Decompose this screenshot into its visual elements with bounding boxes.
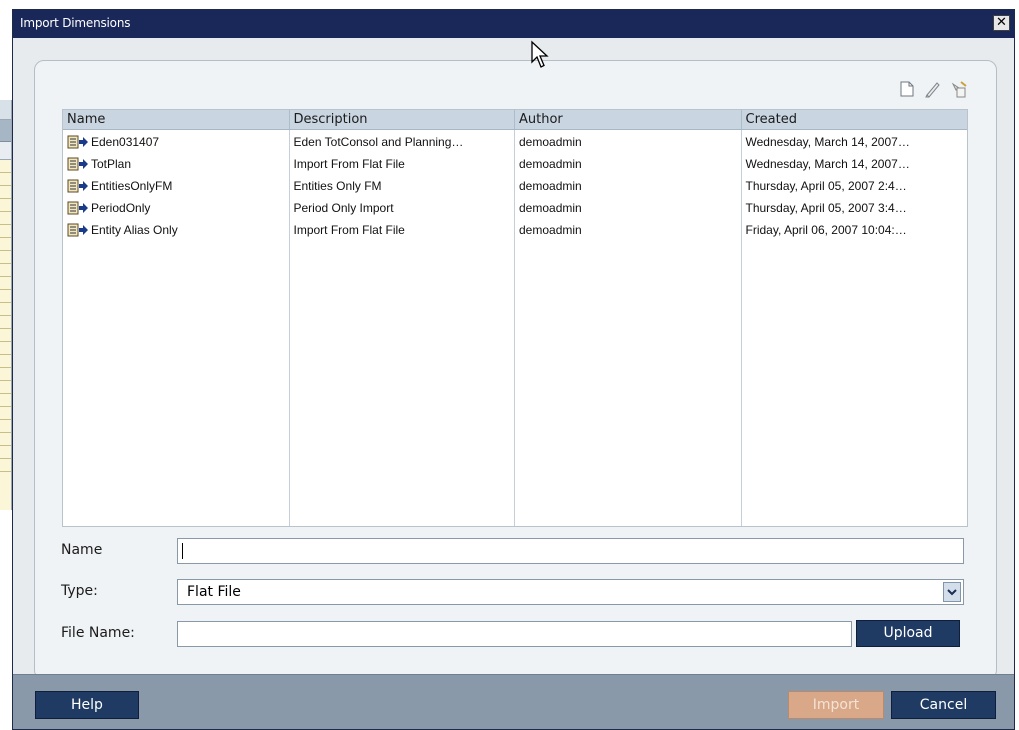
background-application — [0, 0, 12, 730]
table-body: Eden031407 Eden TotConsol and Planning… … — [63, 131, 967, 241]
cancel-button[interactable]: Cancel — [891, 691, 996, 719]
help-button[interactable]: Help — [35, 691, 139, 719]
table-row[interactable]: Entity Alias Only Import From Flat File … — [63, 219, 967, 241]
table-row[interactable]: TotPlan Import From Flat File demoadmin … — [63, 153, 967, 175]
close-icon: ✕ — [996, 15, 1007, 30]
table-header: Name Description Author Created — [63, 110, 967, 130]
column-header-author[interactable]: Author — [515, 110, 742, 129]
cell-author: demoadmin — [519, 179, 582, 193]
cell-name: Eden031407 — [63, 131, 290, 153]
import-definitions-panel: Name Description Author Created Eden0314… — [34, 60, 997, 680]
cell-name: TotPlan — [63, 153, 290, 175]
cell-created: Wednesday, March 14, 2007… — [745, 135, 910, 149]
cell-created: Thursday, April 05, 2007 2:4… — [745, 179, 907, 193]
table-row[interactable]: PeriodOnly Period Only Import demoadmin … — [63, 197, 967, 219]
name-input[interactable] — [177, 538, 964, 564]
name-label: Name — [61, 542, 103, 558]
import-definition-icon — [67, 179, 88, 193]
cell-created: Wednesday, March 14, 2007… — [745, 157, 910, 171]
cell-description: Entities Only FM — [293, 179, 382, 193]
cell-created: Friday, April 06, 2007 10:04:… — [745, 223, 907, 237]
cell-author: demoadmin — [519, 223, 582, 237]
cell-text: TotPlan — [91, 157, 132, 171]
mouse-pointer-icon — [531, 40, 549, 68]
import-definition-icon — [67, 223, 88, 237]
import-button[interactable]: Import — [788, 691, 884, 719]
import-definition-icon — [67, 157, 88, 171]
grid-toolbar — [898, 79, 968, 99]
edit-pencil-icon[interactable] — [924, 80, 942, 98]
import-definition-icon — [67, 135, 88, 149]
cell-name: PeriodOnly — [63, 197, 290, 219]
cell-created: Thursday, April 05, 2007 3:4… — [745, 201, 907, 215]
type-select[interactable]: Flat File — [177, 579, 964, 605]
cell-description: Eden TotConsol and Planning… — [293, 135, 464, 149]
dialog-titlebar[interactable]: Import Dimensions ✕ — [13, 10, 1014, 38]
type-label: Type: — [61, 583, 98, 599]
dialog-title: Import Dimensions — [20, 16, 131, 30]
cell-text: Eden031407 — [91, 135, 160, 149]
cell-description: Import From Flat File — [293, 157, 405, 171]
cell-name: Entity Alias Only — [63, 219, 290, 241]
dialog-footer: Help Import Cancel — [13, 674, 1014, 729]
import-definition-icon — [67, 201, 88, 215]
cell-name: EntitiesOnlyFM — [63, 175, 290, 197]
file-name-label: File Name: — [61, 625, 135, 641]
cell-author: demoadmin — [519, 157, 582, 171]
cell-description: Import From Flat File — [293, 223, 405, 237]
column-header-description[interactable]: Description — [290, 110, 515, 129]
background-grid-strip — [0, 100, 12, 510]
file-name-input[interactable] — [177, 621, 852, 647]
table-row[interactable]: Eden031407 Eden TotConsol and Planning… … — [63, 131, 967, 153]
cell-author: demoadmin — [519, 135, 582, 149]
chevron-down-icon[interactable] — [943, 582, 961, 602]
type-select-value: Flat File — [187, 584, 241, 600]
import-definitions-table[interactable]: Name Description Author Created Eden0314… — [62, 109, 968, 527]
cell-text: EntitiesOnlyFM — [91, 179, 173, 193]
column-header-created[interactable]: Created — [742, 110, 968, 129]
upload-button[interactable]: Upload — [856, 620, 960, 647]
close-button[interactable]: ✕ — [993, 15, 1010, 31]
cell-author: demoadmin — [519, 201, 582, 215]
column-header-name[interactable]: Name — [63, 110, 290, 129]
text-caret — [182, 543, 183, 559]
new-document-icon[interactable] — [898, 80, 916, 98]
cell-text: Entity Alias Only — [91, 223, 178, 237]
import-dimensions-dialog: Import Dimensions ✕ Name Description Aut… — [12, 9, 1015, 730]
table-row[interactable]: EntitiesOnlyFM Entities Only FM demoadmi… — [63, 175, 967, 197]
delete-icon[interactable] — [950, 80, 968, 98]
cell-description: Period Only Import — [293, 201, 394, 215]
cell-text: PeriodOnly — [91, 201, 151, 215]
